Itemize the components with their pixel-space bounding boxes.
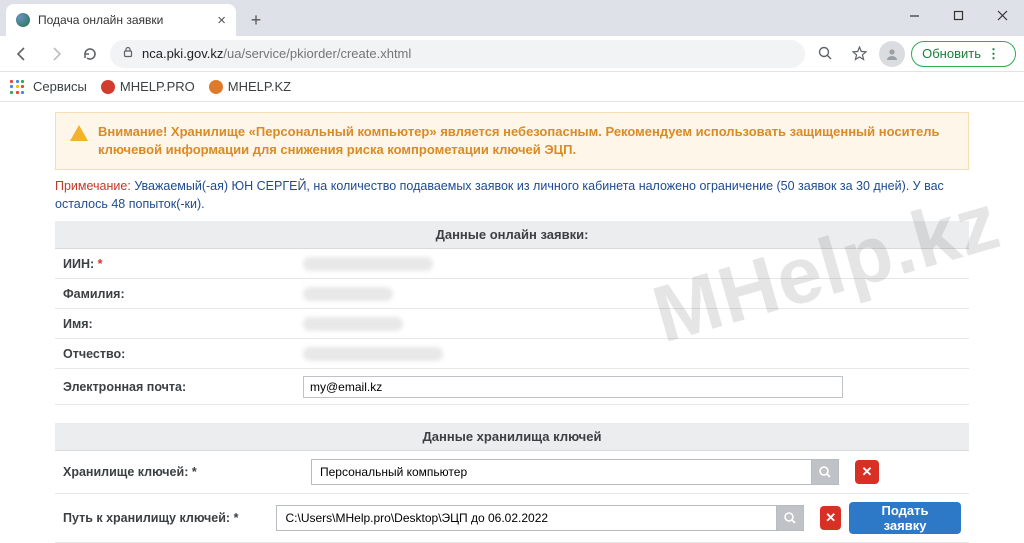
row-email: Электронная почта: xyxy=(55,369,969,405)
bookmark-label: MHELP.PRO xyxy=(120,79,195,94)
minimize-window-icon[interactable] xyxy=(892,0,936,30)
reload-button[interactable] xyxy=(76,40,104,68)
bookmarks-bar: Сервисы MHELP.PRO MHELP.KZ xyxy=(0,72,1024,102)
browser-menu-icon[interactable]: ⋮ xyxy=(987,46,1001,62)
bookmark-item-mhelp-kz[interactable]: MHELP.KZ xyxy=(209,79,291,94)
lastname-label: Фамилия: xyxy=(63,287,303,301)
notice-label: Примечание: xyxy=(55,179,131,193)
zoom-icon[interactable] xyxy=(811,40,839,68)
address-bar: nca.pki.gov.kz/ua/service/pkiorder/creat… xyxy=(0,36,1024,72)
bookmark-label: MHELP.KZ xyxy=(228,79,291,94)
browser-tab[interactable]: Подача онлайн заявки × xyxy=(6,4,236,36)
keystore-label: Хранилище ключей: * xyxy=(63,465,303,479)
row-keystore: Хранилище ключей: * ✕ xyxy=(55,451,969,494)
url-bar[interactable]: nca.pki.gov.kz/ua/service/pkiorder/creat… xyxy=(110,40,805,68)
apps-shortcut[interactable]: Сервисы xyxy=(10,79,87,94)
iin-value-redacted xyxy=(303,257,433,271)
section-header-application: Данные онлайн заявки: xyxy=(55,221,969,249)
firstname-label: Имя: xyxy=(63,317,303,331)
update-button[interactable]: Обновить ⋮ xyxy=(911,41,1016,67)
lock-icon xyxy=(122,46,134,61)
forward-button xyxy=(42,40,70,68)
apps-grid-icon xyxy=(10,80,24,94)
middlename-label: Отчество: xyxy=(63,347,303,361)
warning-alert: Внимание! Хранилище «Персональный компью… xyxy=(55,112,969,170)
keystore-path-browse-button[interactable] xyxy=(776,505,804,531)
firstname-value-redacted xyxy=(303,317,403,331)
email-label: Электронная почта: xyxy=(63,380,303,394)
keystore-delete-button[interactable]: ✕ xyxy=(855,460,879,484)
row-firstname: Имя: xyxy=(55,309,969,339)
iin-label: ИИН: * xyxy=(63,257,303,271)
warning-triangle-icon xyxy=(70,125,88,141)
notice-text: Примечание: Уважаемый(-ая) ЮН СЕРГЕЙ, на… xyxy=(55,178,969,213)
tab-title: Подача онлайн заявки xyxy=(38,13,209,27)
close-tab-icon[interactable]: × xyxy=(217,12,226,29)
middlename-value-redacted xyxy=(303,347,443,361)
row-middlename: Отчество: xyxy=(55,339,969,369)
submit-button[interactable]: Подать заявку xyxy=(849,502,961,534)
apps-label: Сервисы xyxy=(33,79,87,94)
page-content: MHelp.kz Внимание! Хранилище «Персональн… xyxy=(0,102,1024,543)
notice-body: Уважаемый(-ая) ЮН СЕРГЕЙ, на количество … xyxy=(55,179,944,211)
close-window-icon[interactable] xyxy=(980,0,1024,30)
bookmark-item-mhelp-pro[interactable]: MHELP.PRO xyxy=(101,79,195,94)
row-lastname: Фамилия: xyxy=(55,279,969,309)
bookmark-favicon-icon xyxy=(209,80,223,94)
url-text: nca.pki.gov.kz/ua/service/pkiorder/creat… xyxy=(142,46,411,61)
account-avatar-icon[interactable] xyxy=(879,41,905,67)
maximize-window-icon[interactable] xyxy=(936,0,980,30)
keystore-path-delete-button[interactable]: ✕ xyxy=(820,506,841,530)
section-header-keystore: Данные хранилища ключей xyxy=(55,423,969,451)
lastname-value-redacted xyxy=(303,287,393,301)
warning-text: Внимание! Хранилище «Персональный компью… xyxy=(98,123,954,159)
row-keystore-path: Путь к хранилищу ключей: * ✕ Подать заяв… xyxy=(55,494,969,543)
new-tab-button[interactable]: + xyxy=(242,6,270,34)
window-titlebar: Подача онлайн заявки × + xyxy=(0,0,1024,36)
favicon-icon xyxy=(16,13,30,27)
keystore-path-label: Путь к хранилищу ключей: * xyxy=(63,511,268,525)
keystore-input[interactable] xyxy=(311,459,811,485)
keystore-path-input[interactable] xyxy=(276,505,776,531)
bookmark-star-icon[interactable] xyxy=(845,40,873,68)
keystore-browse-button[interactable] xyxy=(811,459,839,485)
back-button[interactable] xyxy=(8,40,36,68)
bookmark-favicon-icon xyxy=(101,80,115,94)
email-input[interactable] xyxy=(303,376,843,398)
row-iin: ИИН: * xyxy=(55,249,969,279)
update-label: Обновить xyxy=(922,46,981,61)
